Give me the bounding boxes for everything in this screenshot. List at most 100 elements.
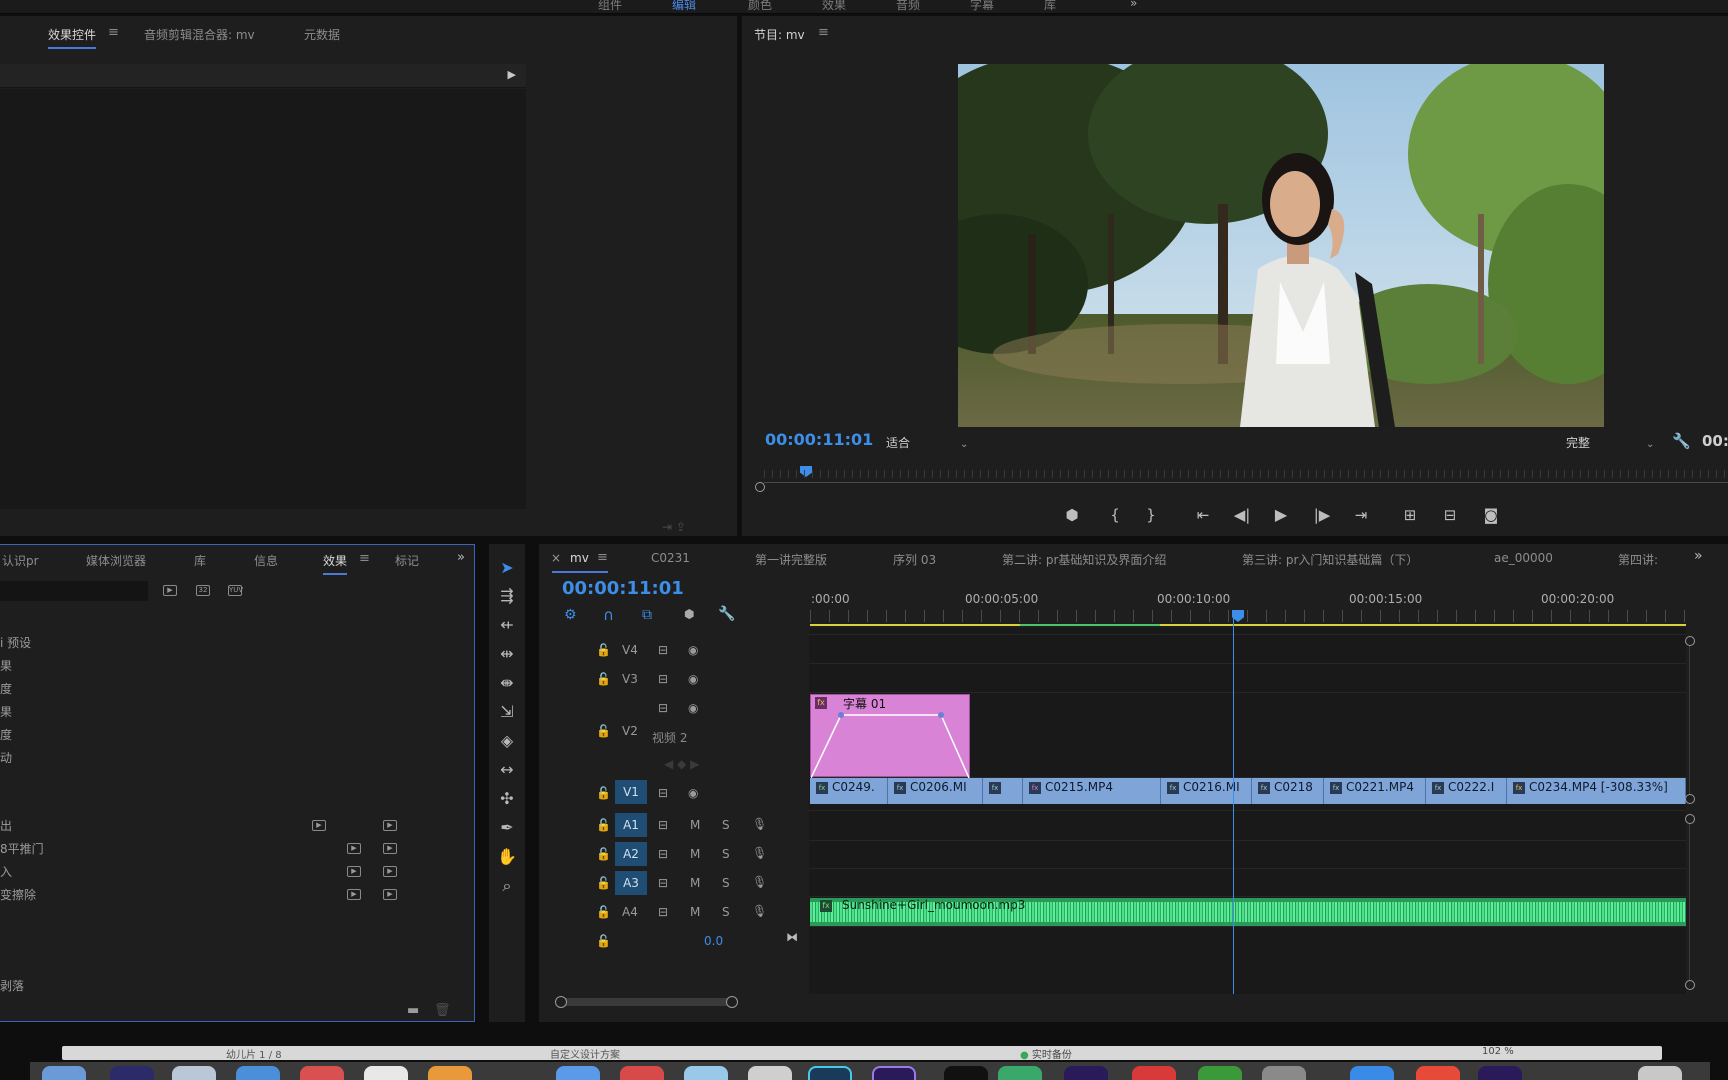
rolling-edit-tool-icon[interactable]: ⇹ <box>489 644 525 663</box>
tab-libraries[interactable]: 库 <box>194 552 206 569</box>
after-effects-icon[interactable] <box>1064 1066 1108 1080</box>
photos-icon[interactable] <box>364 1066 408 1080</box>
track-label-a2[interactable]: A2 <box>615 842 647 866</box>
calendar-icon[interactable] <box>300 1066 344 1080</box>
lock-icon[interactable]: 🔓 <box>596 643 611 657</box>
tab-audio-clip-mixer[interactable]: 音频剪辑混合器: mv <box>144 26 255 43</box>
master-volume[interactable]: 0.0 <box>704 934 723 948</box>
zoom-handle-right[interactable] <box>726 996 738 1008</box>
zoom-handle-left[interactable] <box>555 996 567 1008</box>
slide-tool-icon[interactable]: ↔ <box>489 760 525 779</box>
nest-icon[interactable]: ⚙ <box>564 607 577 623</box>
sync-lock-icon[interactable]: ⊟ <box>658 672 668 686</box>
lock-icon[interactable]: 🔓 <box>596 672 611 686</box>
tab-sequence-mv[interactable]: mv <box>570 551 589 565</box>
ripple-edit-tool-icon[interactable]: ⇷ <box>489 615 525 634</box>
mark-out-icon[interactable]: } <box>1139 506 1163 524</box>
export-frame-icon[interactable]: ◙ <box>1479 506 1503 524</box>
solo-button[interactable]: S <box>722 905 730 919</box>
tab-sequence[interactable]: C0231 <box>651 551 690 565</box>
close-icon[interactable]: × <box>551 551 561 565</box>
go-to-out-icon[interactable]: ⇥ <box>1349 506 1373 524</box>
netease-icon[interactable] <box>1132 1066 1176 1080</box>
video-clip[interactable]: fx C0216.MI <box>1161 778 1252 804</box>
tab-info[interactable]: 信息 <box>254 552 278 569</box>
timeline-timecode[interactable]: 00:00:11:01 <box>562 578 684 599</box>
effects-search-input[interactable] <box>0 581 148 601</box>
timeline-zoom-bar[interactable] <box>560 998 732 1006</box>
mute-button[interactable]: M <box>690 876 700 890</box>
tab-sequence[interactable]: 序列 03 <box>893 551 936 568</box>
delete-icon[interactable]: 🗑 <box>434 1003 451 1018</box>
scroll-handle[interactable] <box>1685 794 1695 804</box>
audio-clip[interactable]: fx Sunshine+Girl_moumoon.mp3 <box>810 898 1686 926</box>
mail-icon[interactable] <box>236 1066 280 1080</box>
lock-icon[interactable]: 🔓 <box>596 934 611 948</box>
linked-selection-icon[interactable]: ⧉ <box>642 607 652 623</box>
sync-lock-icon[interactable]: ⊟ <box>658 643 668 657</box>
tab-markers[interactable]: 标记 <box>395 552 419 569</box>
finder-icon[interactable] <box>42 1066 86 1080</box>
tab-project[interactable]: 认识pr <box>2 552 39 569</box>
panel-menu-icon[interactable]: ≡ <box>818 25 829 40</box>
fit-dropdown[interactable]: 适合 ⌄ <box>886 434 968 451</box>
app-icon[interactable] <box>1350 1066 1394 1080</box>
mute-button[interactable]: M <box>690 905 700 919</box>
list-item[interactable]: 出 <box>0 817 12 834</box>
go-to-in-icon[interactable]: ⇤ <box>1191 506 1215 524</box>
microphone-icon[interactable]: 🎙 <box>752 817 767 831</box>
tab-sequence[interactable]: 第二讲: pr基础知识及界面介绍 <box>1002 551 1166 568</box>
workspace-color[interactable]: 颜色 <box>748 0 772 13</box>
more-tabs-icon[interactable]: » <box>1694 548 1703 564</box>
tab-effects[interactable]: 效果 <box>323 552 348 575</box>
razor-tool-icon[interactable]: ⇲ <box>489 702 525 721</box>
tab-sequence[interactable]: 第三讲: pr入门知识基础篇（下） <box>1242 551 1418 568</box>
video-clip[interactable]: fx C0206.MI <box>888 778 983 804</box>
program-scrub-bar[interactable] <box>764 482 1728 483</box>
solo-button[interactable]: S <box>722 818 730 832</box>
lock-icon[interactable]: 🔓 <box>596 905 611 919</box>
video-clip[interactable]: fx C0215.MP4 <box>1023 778 1161 804</box>
track-label-v1[interactable]: V1 <box>615 780 647 804</box>
microphone-icon[interactable]: 🎙 <box>752 904 767 918</box>
solo-button[interactable]: S <box>722 847 730 861</box>
list-item[interactable]: 变擦除 <box>0 886 36 903</box>
scroll-handle[interactable] <box>1685 980 1695 990</box>
wechat-icon[interactable] <box>998 1066 1042 1080</box>
video-clip[interactable]: fx C0234.MP4 [-308.33%] <box>1507 778 1686 804</box>
lift-icon[interactable]: ⊞ <box>1398 506 1422 524</box>
tab-effect-controls[interactable]: 效果控件 <box>48 26 97 49</box>
safari-icon[interactable] <box>172 1066 216 1080</box>
list-item[interactable]: 果 <box>0 703 12 720</box>
add-marker-icon[interactable]: ⬢ <box>1060 506 1084 524</box>
track-label-v2[interactable]: V2 <box>622 724 638 738</box>
photoshop-icon[interactable] <box>808 1066 852 1080</box>
lock-icon[interactable]: 🔓 <box>596 818 611 832</box>
track-label-a3[interactable]: A3 <box>615 871 647 895</box>
panel-menu-icon[interactable]: ≡ <box>108 25 119 40</box>
new-bin-icon[interactable]: ▬ <box>407 1003 419 1018</box>
trash-icon[interactable] <box>1638 1066 1682 1080</box>
premiere-icon[interactable] <box>872 1066 916 1080</box>
eye-icon[interactable]: ◉ <box>688 786 698 800</box>
sync-lock-icon[interactable]: ⊟ <box>658 876 668 890</box>
scroll-handle[interactable] <box>1685 814 1695 824</box>
slip-tool-icon[interactable]: ◈ <box>489 731 525 750</box>
go-to-end-icon[interactable]: ⧓ <box>786 930 798 944</box>
video-clip[interactable]: fx C0218 <box>1252 778 1324 804</box>
track-select-tool-icon[interactable]: ⇶ <box>489 586 525 605</box>
title-clip[interactable]: fx 字幕 01 <box>810 694 970 778</box>
accelerated-effects-icon[interactable]: ▶ <box>163 585 177 596</box>
lock-icon[interactable]: 🔓 <box>596 724 611 738</box>
notes-icon[interactable] <box>428 1066 472 1080</box>
list-item[interactable]: i 预设 <box>0 634 31 651</box>
eye-icon[interactable]: ◉ <box>688 701 698 715</box>
mark-in-icon[interactable]: { <box>1103 506 1127 524</box>
solo-button[interactable]: S <box>722 876 730 890</box>
video-clip[interactable]: fx C0222.I <box>1426 778 1507 804</box>
more-tabs-icon[interactable]: » <box>457 550 465 565</box>
workspace-libraries[interactable]: 库 <box>1044 0 1056 13</box>
app-icon[interactable] <box>1198 1066 1242 1080</box>
workspace-assembly[interactable]: 组件 <box>598 0 622 13</box>
tab-media-browser[interactable]: 媒体浏览器 <box>86 552 146 569</box>
